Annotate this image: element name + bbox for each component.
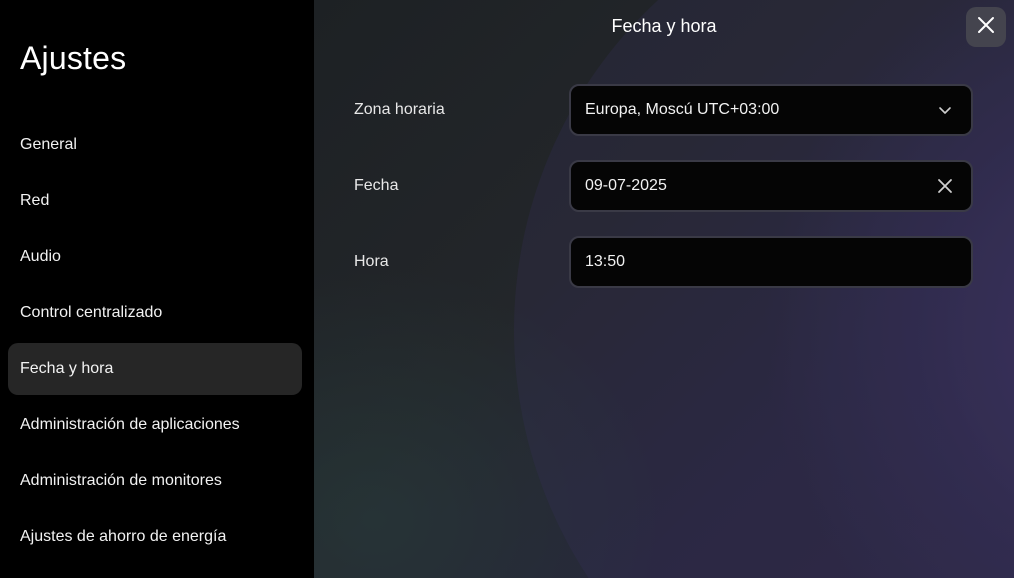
- sidebar-item-administracion-aplicaciones[interactable]: Administración de aplicaciones: [8, 399, 302, 451]
- sidebar-item-general[interactable]: General: [8, 119, 302, 171]
- sidebar-item-audio[interactable]: Audio: [8, 231, 302, 283]
- time-field[interactable]: 13:50: [569, 236, 973, 288]
- time-value: 13:50: [585, 253, 626, 270]
- date-field[interactable]: 09-07-2025: [569, 160, 973, 212]
- timezone-row: Zona horaria Europa, Moscú UTC+03:00: [354, 84, 974, 136]
- sidebar-item-red[interactable]: Red: [8, 175, 302, 227]
- timezone-select[interactable]: Europa, Moscú UTC+03:00: [569, 84, 973, 136]
- time-row: Hora 13:50: [354, 236, 974, 288]
- main-panel: Fecha y hora Zona horaria Europa, Moscú …: [314, 0, 1014, 578]
- sidebar-item-control-centralizado[interactable]: Control centralizado: [8, 287, 302, 339]
- date-value: 09-07-2025: [585, 177, 667, 194]
- time-label: Hora: [354, 253, 389, 270]
- close-button[interactable]: [966, 7, 1006, 47]
- page-title: Fecha y hora: [611, 16, 717, 36]
- date-label: Fecha: [354, 177, 399, 194]
- sidebar-item-fecha-y-hora[interactable]: Fecha y hora: [8, 343, 302, 395]
- clear-icon[interactable]: [933, 174, 957, 198]
- settings-window: Ajustes General Red Audio Control centra…: [0, 0, 1014, 578]
- chevron-down-icon: [933, 98, 957, 122]
- timezone-value: Europa, Moscú UTC+03:00: [585, 101, 780, 118]
- sidebar-item-ahorro-energia[interactable]: Ajustes de ahorro de energía: [8, 511, 302, 563]
- sidebar: Ajustes General Red Audio Control centra…: [0, 0, 314, 578]
- sidebar-title: Ajustes: [20, 40, 127, 76]
- sidebar-item-administracion-monitores[interactable]: Administración de monitores: [8, 455, 302, 507]
- date-row: Fecha 09-07-2025: [354, 160, 974, 212]
- close-icon: [976, 15, 996, 40]
- sidebar-nav: General Red Audio Control centralizado F…: [8, 119, 302, 567]
- timezone-label: Zona horaria: [354, 101, 445, 118]
